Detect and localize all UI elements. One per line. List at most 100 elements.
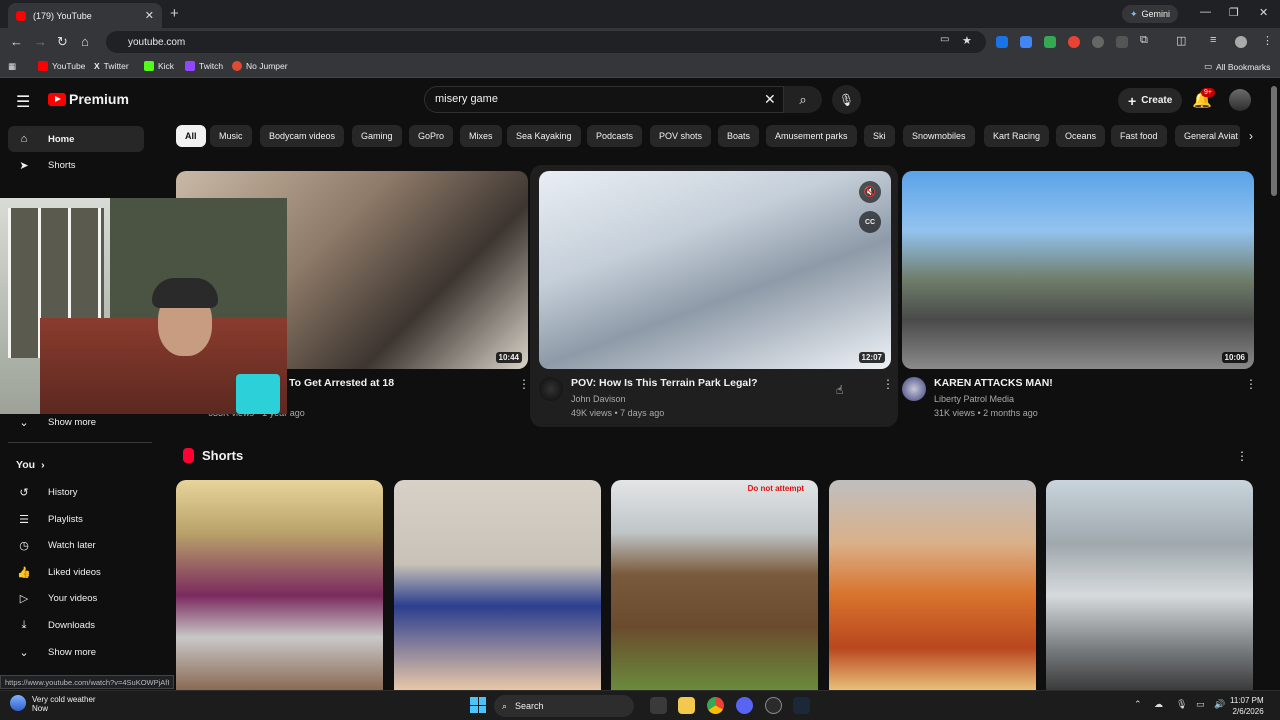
chip-boats[interactable]: Boats: [718, 125, 760, 147]
chip-bodycam[interactable]: Bodycam videos: [260, 125, 345, 147]
address-bar[interactable]: youtube.com: [106, 31, 986, 53]
shorts-menu-icon[interactable]: ⋮: [1236, 449, 1248, 463]
forward-icon[interactable]: →: [34, 34, 47, 49]
extension-4-icon[interactable]: [1068, 36, 1080, 48]
channel-name[interactable]: Liberty Patrol Media: [934, 394, 1014, 404]
chip-all[interactable]: All: [176, 125, 206, 147]
sidebar-item-history[interactable]: ↺ History: [8, 479, 144, 505]
search-button[interactable]: ⌕: [784, 86, 822, 113]
sidebar-item-home[interactable]: ⌂ Home: [8, 126, 144, 152]
taskbar-search[interactable]: ⌕ Search: [494, 695, 634, 717]
youtube-logo[interactable]: Premium: [48, 91, 129, 107]
chip-sea-kayaking[interactable]: Sea Kayaking: [507, 125, 581, 147]
short-thumbnail-5[interactable]: [1046, 480, 1253, 690]
chip-amusement-parks[interactable]: Amusement parks: [766, 125, 857, 147]
volume-icon[interactable]: 🔊: [1214, 699, 1225, 710]
chip-music[interactable]: Music: [210, 125, 252, 147]
app-icon[interactable]: [765, 697, 782, 714]
window-close-icon[interactable]: ✕: [1259, 6, 1268, 19]
file-explorer-icon[interactable]: [678, 697, 695, 714]
chrome-icon[interactable]: [707, 697, 724, 714]
chip-fast-food[interactable]: Fast food: [1111, 125, 1167, 147]
tab-youtube[interactable]: (179) YouTube ✕: [8, 3, 162, 28]
extension-6-icon[interactable]: [1116, 36, 1128, 48]
task-view-icon[interactable]: [650, 697, 667, 714]
video-menu-icon[interactable]: ⋮: [518, 377, 530, 391]
sidebar-item-downloads[interactable]: ⤓ Downloads: [8, 612, 144, 638]
bookmark-star-icon[interactable]: ★: [962, 34, 972, 47]
video-thumbnail-3[interactable]: 10:06: [902, 171, 1254, 369]
bookmark-kick[interactable]: Kick: [144, 61, 174, 71]
profile-avatar-icon[interactable]: [1235, 36, 1247, 48]
chip-gaming[interactable]: Gaming: [352, 125, 402, 147]
mic-tray-icon[interactable]: 🎙: [1176, 699, 1187, 710]
tray-overflow-icon[interactable]: ⌃: [1134, 699, 1142, 710]
channel-name[interactable]: John Davison: [571, 394, 626, 404]
chip-kart-racing[interactable]: Kart Racing: [984, 125, 1050, 147]
channel-avatar[interactable]: [539, 377, 563, 401]
video-title-2[interactable]: POV: How Is This Terrain Park Legal?: [571, 377, 758, 389]
short-thumbnail-3[interactable]: Do not attempt: [611, 480, 818, 690]
account-avatar[interactable]: [1229, 89, 1251, 111]
gemini-button[interactable]: ✦ Gemini: [1122, 5, 1179, 23]
browser-menu-icon[interactable]: ⋮: [1262, 34, 1273, 47]
menu-list-icon[interactable]: ≡: [1210, 34, 1216, 46]
chip-snowmobiles[interactable]: Snowmobiles: [903, 125, 975, 147]
sidebar-item-shorts[interactable]: ➤ Shorts: [8, 152, 144, 178]
short-thumbnail-1[interactable]: [176, 480, 383, 690]
sidebar-show-more-2[interactable]: ⌄ Show more: [8, 639, 144, 665]
chip-ski[interactable]: Ski: [864, 125, 895, 147]
bookmark-youtube[interactable]: YouTube: [38, 61, 85, 71]
reload-icon[interactable]: ↻: [57, 34, 68, 50]
chevron-right-icon[interactable]: ›: [1240, 125, 1262, 147]
chip-general-aviation[interactable]: General Aviat: [1175, 125, 1241, 147]
discord-icon[interactable]: [736, 697, 753, 714]
apps-grid-icon[interactable]: ▦: [8, 61, 16, 72]
cloud-icon[interactable]: ☁: [1154, 699, 1163, 710]
video-title-1[interactable]: To Get Arrested at 18: [289, 377, 394, 389]
bookmark-twitter[interactable]: X Twitter: [94, 61, 129, 71]
video-thumbnail-2[interactable]: 🔇 CC 12:07: [539, 171, 891, 369]
extension-2-icon[interactable]: [1020, 36, 1032, 48]
sidebar-item-your-videos[interactable]: ▷ Your videos: [8, 585, 144, 611]
home-browser-icon[interactable]: ⌂: [81, 34, 89, 49]
side-panel-icon[interactable]: ◫: [1176, 34, 1186, 47]
channel-avatar[interactable]: [902, 377, 926, 401]
restore-icon[interactable]: ❐: [1229, 6, 1239, 19]
sidebar-you-header[interactable]: You ›: [8, 452, 144, 478]
video-menu-icon[interactable]: ⋮: [1245, 377, 1257, 391]
cast-icon[interactable]: ▭: [940, 34, 949, 45]
extension-1-icon[interactable]: [996, 36, 1008, 48]
voice-search-button[interactable]: 🎙: [832, 85, 861, 114]
clear-search-icon[interactable]: ✕: [764, 91, 776, 108]
back-icon[interactable]: ←: [10, 34, 23, 49]
extension-5-icon[interactable]: [1092, 36, 1104, 48]
all-bookmarks[interactable]: ▭ All Bookmarks: [1204, 61, 1270, 72]
sidebar-item-liked[interactable]: 👍 Liked videos: [8, 559, 144, 585]
minimize-icon[interactable]: —: [1200, 6, 1211, 18]
short-thumbnail-2[interactable]: [394, 480, 601, 690]
sidebar-item-watch-later[interactable]: ◷ Watch later: [8, 532, 144, 558]
video-menu-icon[interactable]: ⋮: [882, 377, 894, 391]
chip-gopro[interactable]: GoPro: [409, 125, 454, 147]
mute-icon[interactable]: 🔇: [859, 181, 881, 203]
sidebar-item-playlists[interactable]: ☰ Playlists: [8, 506, 144, 532]
extensions-puzzle-icon[interactable]: ⧉: [1140, 34, 1148, 47]
chip-pov-shots[interactable]: POV shots: [650, 125, 712, 147]
tab-close-icon[interactable]: ✕: [145, 9, 154, 22]
clock[interactable]: 11:07 PM 2/6/2026: [1230, 695, 1264, 717]
new-tab-button[interactable]: +: [170, 5, 179, 22]
video-title-3[interactable]: KAREN ATTACKS MAN!: [934, 377, 1053, 389]
windows-start-icon[interactable]: [470, 697, 486, 713]
hamburger-menu-icon[interactable]: ☰: [16, 92, 30, 112]
weather-widget[interactable]: Very cold weather Now: [10, 695, 96, 713]
page-scrollbar[interactable]: [1271, 86, 1277, 196]
search-input[interactable]: misery game: [424, 86, 784, 113]
extension-3-icon[interactable]: [1044, 36, 1056, 48]
bookmark-twitch[interactable]: Twitch: [185, 61, 223, 71]
captions-icon[interactable]: CC: [859, 211, 881, 233]
chip-mixes[interactable]: Mixes: [460, 125, 502, 147]
chip-podcasts[interactable]: Podcasts: [587, 125, 643, 147]
network-icon[interactable]: ▭: [1196, 699, 1205, 710]
chip-oceans[interactable]: Oceans: [1056, 125, 1106, 147]
